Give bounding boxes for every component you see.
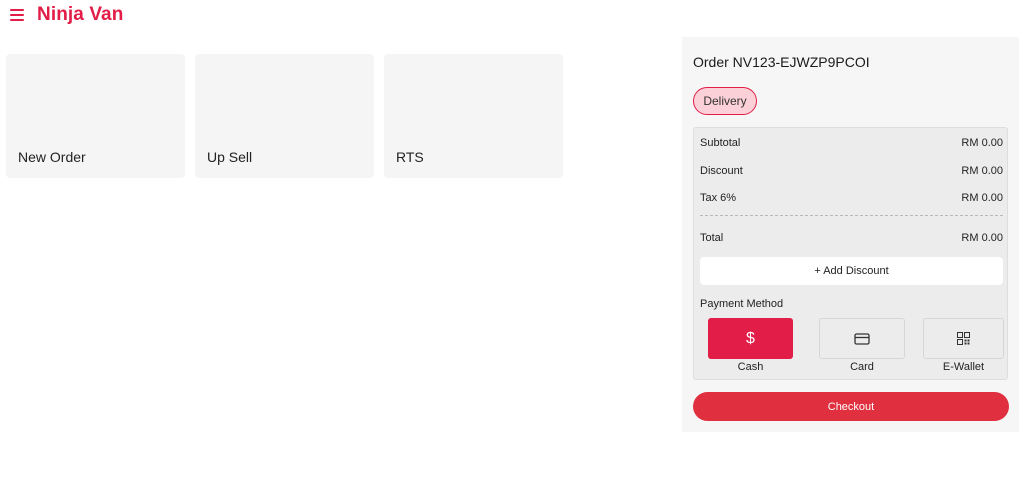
brand-logo: Ninja Van — [37, 4, 124, 25]
add-discount-button[interactable]: + Add Discount — [700, 257, 1003, 285]
discount-label: Discount — [700, 165, 743, 177]
order-title: Order NV123-EJWZP9PCOI — [693, 54, 870, 70]
payment-card-button[interactable] — [819, 318, 905, 359]
tile-label: RTS — [396, 149, 424, 165]
tax-row: Tax 6% RM 0.00 — [700, 192, 1003, 204]
tax-label: Tax 6% — [700, 192, 737, 204]
tile-rts[interactable]: RTS — [384, 54, 563, 178]
qr-code-icon — [957, 332, 970, 345]
order-panel: Order NV123-EJWZP9PCOI Delivery Subtotal… — [682, 37, 1019, 432]
top-bar: Ninja Van — [0, 0, 680, 34]
subtotal-label: Subtotal — [700, 137, 741, 149]
subtotal-row: Subtotal RM 0.00 — [700, 137, 1003, 149]
payment-card-label: Card — [850, 361, 874, 373]
payment-method-label: Payment Method — [700, 298, 784, 310]
payment-cash-label: Cash — [737, 361, 764, 373]
action-tiles: New Order Up Sell RTS — [6, 54, 563, 178]
dollar-icon: $ — [746, 329, 755, 347]
subtotal-value: RM 0.00 — [961, 137, 1003, 149]
total-row: Total RM 0.00 — [700, 232, 1003, 244]
payment-ewallet-button[interactable] — [923, 318, 1004, 359]
tile-new-order[interactable]: New Order — [6, 54, 185, 178]
tile-label: New Order — [18, 149, 86, 165]
total-label: Total — [700, 232, 724, 244]
payment-cash-button[interactable]: $ — [708, 318, 793, 359]
checkout-button[interactable]: Checkout — [693, 392, 1009, 421]
summary-divider — [700, 215, 1003, 216]
hamburger-menu-icon[interactable] — [10, 9, 24, 21]
order-summary: Subtotal RM 0.00 Discount RM 0.00 Tax 6%… — [693, 127, 1008, 380]
tile-up-sell[interactable]: Up Sell — [195, 54, 374, 178]
payment-ewallet-label: E-Wallet — [942, 361, 985, 373]
tile-label: Up Sell — [207, 149, 253, 165]
delivery-type-badge[interactable]: Delivery — [693, 87, 757, 115]
credit-card-icon — [854, 332, 870, 345]
discount-row: Discount RM 0.00 — [700, 165, 1003, 177]
total-value: RM 0.00 — [961, 232, 1003, 244]
discount-value: RM 0.00 — [961, 165, 1003, 177]
tax-value: RM 0.00 — [961, 192, 1003, 204]
